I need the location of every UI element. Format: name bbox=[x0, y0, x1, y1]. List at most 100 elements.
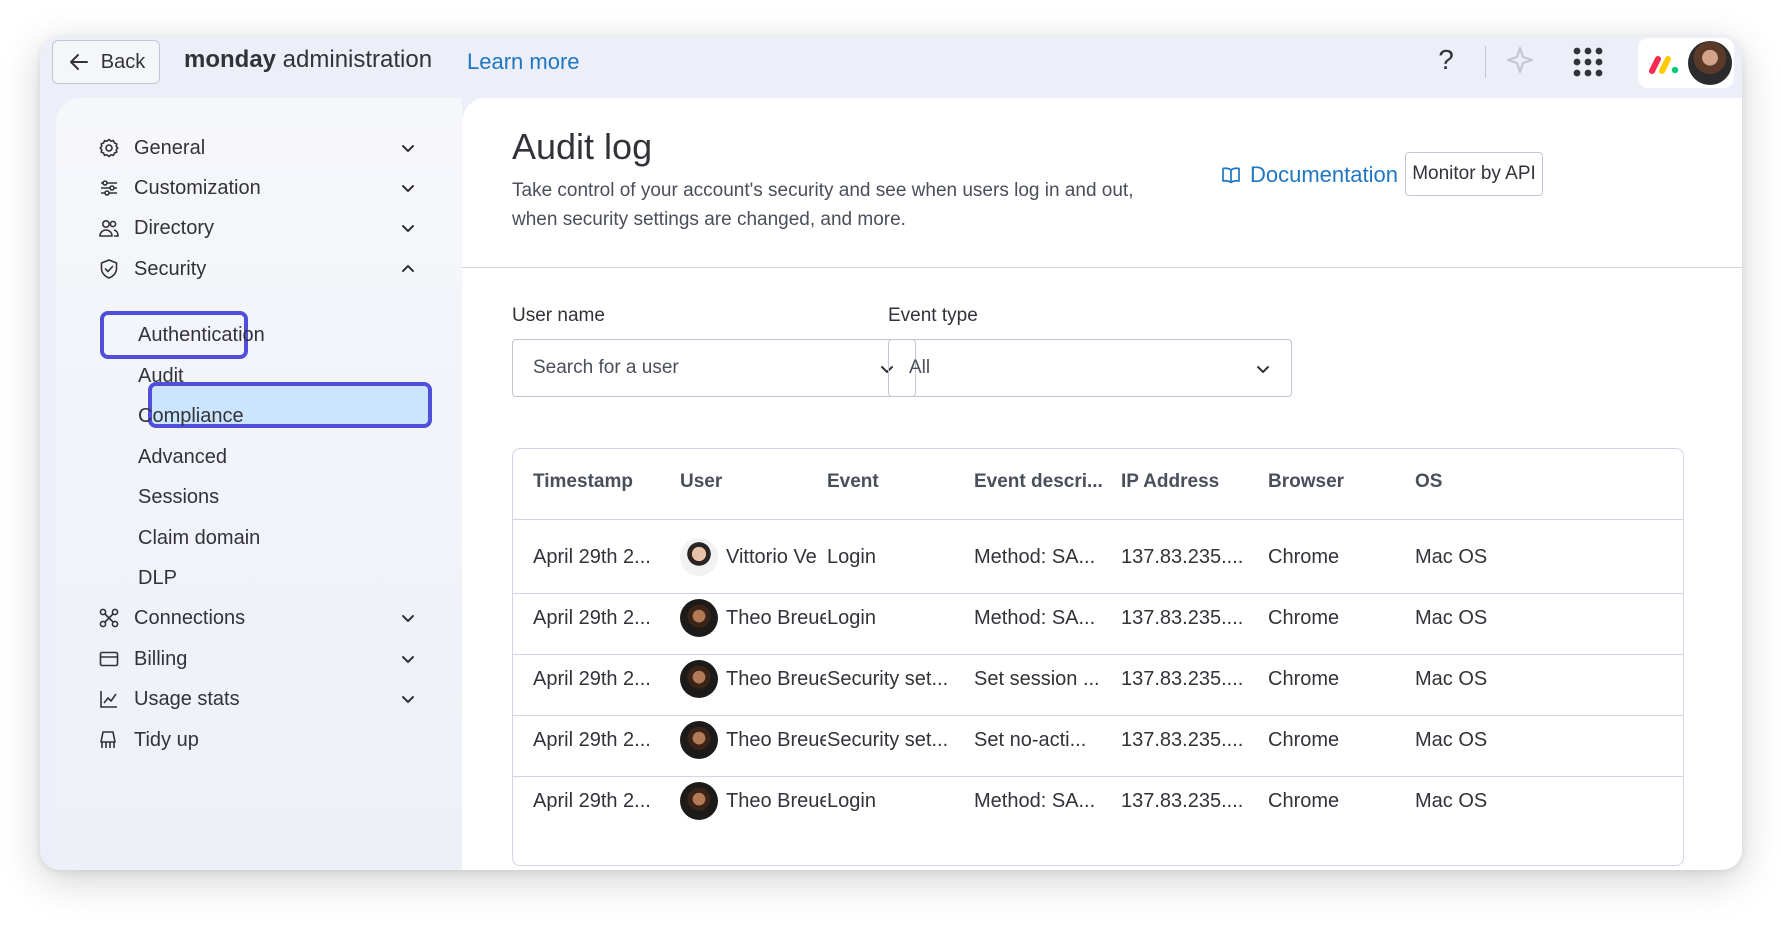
sidebar-item-directory[interactable]: Directory bbox=[98, 208, 428, 248]
chevron-down-icon bbox=[402, 656, 414, 663]
table-row[interactable]: April 29th 2... Theo Breue Login Method:… bbox=[513, 768, 1683, 837]
cell-browser: Chrome bbox=[1268, 546, 1340, 568]
cell-event-description: Method: SA... bbox=[974, 546, 1096, 568]
cell-event-description: Method: SA... bbox=[974, 607, 1096, 629]
avatar bbox=[680, 538, 718, 576]
chevron-down-icon bbox=[1257, 366, 1269, 373]
cell-ip-address: 137.83.235.... bbox=[1121, 790, 1244, 812]
back-label: Back bbox=[100, 50, 146, 73]
cell-os: Mac OS bbox=[1415, 607, 1488, 629]
sidebar-subitem-compliance[interactable]: Compliance bbox=[138, 405, 244, 428]
broom-icon bbox=[98, 729, 120, 751]
cell-event: Login bbox=[827, 790, 876, 812]
chevron-down-icon bbox=[402, 145, 414, 152]
shield-icon bbox=[98, 258, 120, 280]
sidebar-item-connections[interactable]: Connections bbox=[98, 598, 428, 638]
cell-user: Theo Breue bbox=[680, 599, 826, 637]
monitor-by-api-button[interactable]: Monitor by API bbox=[1405, 152, 1543, 196]
gear-icon bbox=[98, 137, 120, 159]
sidebar-subitem-audit[interactable]: Audit bbox=[138, 365, 184, 388]
cell-os: Mac OS bbox=[1415, 790, 1488, 812]
cell-browser: Chrome bbox=[1268, 607, 1340, 629]
table-header: Timestamp User Event Event descri... IP … bbox=[513, 449, 1683, 520]
table-row[interactable]: April 29th 2... Theo Breue Login Method:… bbox=[513, 585, 1683, 655]
page-title: Audit log bbox=[512, 126, 653, 167]
chevron-down-icon bbox=[402, 615, 414, 622]
user-name: Theo Breue bbox=[726, 789, 826, 812]
account-area[interactable] bbox=[1638, 38, 1734, 88]
cell-user: Theo Breue bbox=[680, 782, 826, 820]
column-header-os[interactable]: OS bbox=[1415, 471, 1442, 493]
cell-ip-address: 137.83.235.... bbox=[1121, 668, 1244, 690]
audit-table: Timestamp User Event Event descri... IP … bbox=[512, 448, 1684, 866]
cell-ip-address: 137.83.235.... bbox=[1121, 546, 1244, 568]
sidebar-item-security[interactable]: Security bbox=[98, 249, 428, 289]
user-search-select[interactable]: Search for a user bbox=[512, 339, 916, 397]
cell-timestamp: April 29th 2... bbox=[533, 546, 651, 568]
cell-event: Security set... bbox=[827, 668, 949, 690]
column-header-event[interactable]: Event bbox=[827, 471, 879, 493]
app-name-bold: monday bbox=[184, 46, 277, 73]
sidebar-subitem-dlp[interactable]: DLP bbox=[138, 567, 177, 590]
sidebar-item-usage-stats[interactable]: Usage stats bbox=[98, 679, 428, 719]
users-icon bbox=[98, 217, 120, 239]
sidebar-item-tidy-up[interactable]: Tidy up bbox=[98, 720, 428, 760]
avatar[interactable] bbox=[1688, 41, 1732, 85]
column-header-event-description[interactable]: Event descri... bbox=[974, 471, 1103, 493]
sparkle-icon[interactable] bbox=[1504, 44, 1536, 76]
cell-user: Theo Breue bbox=[680, 660, 826, 698]
sidebar-subitem-authentication[interactable]: Authentication bbox=[138, 324, 265, 347]
help-icon[interactable]: ? bbox=[1428, 42, 1464, 78]
cell-event-description: Method: SA... bbox=[974, 790, 1096, 812]
cell-browser: Chrome bbox=[1268, 790, 1340, 812]
sidebar-subitem-claim-domain[interactable]: Claim domain bbox=[138, 527, 260, 550]
card-icon bbox=[98, 648, 120, 670]
sidebar-item-label: Usage stats bbox=[134, 687, 240, 710]
user-name-label: User name bbox=[512, 305, 605, 326]
column-header-user[interactable]: User bbox=[680, 471, 722, 493]
sidebar-item-label: Tidy up bbox=[134, 728, 199, 751]
sidebar-item-general[interactable]: General bbox=[98, 128, 428, 168]
avatar bbox=[680, 721, 718, 759]
app-name-rest: administration bbox=[276, 46, 433, 73]
table-row[interactable]: April 29th 2... Theo Breue Security set.… bbox=[513, 646, 1683, 716]
cell-event: Login bbox=[827, 546, 876, 568]
cell-os: Mac OS bbox=[1415, 546, 1488, 568]
main-content: Audit log Take control of your account's… bbox=[462, 98, 1742, 870]
chevron-down-icon bbox=[402, 696, 414, 703]
table-row[interactable]: April 29th 2... Vittorio Ve Login Method… bbox=[513, 524, 1683, 594]
chevron-down-icon bbox=[402, 185, 414, 192]
learn-more-link[interactable]: Learn more bbox=[467, 49, 580, 75]
user-name: Theo Breue bbox=[726, 667, 826, 690]
cell-browser: Chrome bbox=[1268, 668, 1340, 690]
sidebar-subitem-advanced[interactable]: Advanced bbox=[138, 446, 227, 469]
back-button[interactable]: Back bbox=[52, 40, 160, 84]
column-header-timestamp[interactable]: Timestamp bbox=[533, 471, 633, 493]
arrow-left-icon bbox=[69, 54, 88, 70]
user-search-placeholder: Search for a user bbox=[533, 357, 679, 378]
event-type-select[interactable]: All bbox=[888, 339, 1292, 397]
apps-grid-icon[interactable] bbox=[1570, 44, 1606, 80]
cell-ip-address: 137.83.235.... bbox=[1121, 607, 1244, 629]
sidebar-item-billing[interactable]: Billing bbox=[98, 639, 428, 679]
cell-os: Mac OS bbox=[1415, 668, 1488, 690]
table-row[interactable]: April 29th 2... Theo Breue Security set.… bbox=[513, 707, 1683, 777]
cell-timestamp: April 29th 2... bbox=[533, 668, 651, 690]
sidebar-subitem-sessions[interactable]: Sessions bbox=[138, 486, 219, 509]
cell-ip-address: 137.83.235.... bbox=[1121, 729, 1244, 751]
top-bar: Back monday administration Learn more ? bbox=[40, 36, 1742, 98]
monday-logo-icon bbox=[1649, 56, 1679, 74]
event-type-label: Event type bbox=[888, 305, 978, 326]
column-header-browser[interactable]: Browser bbox=[1268, 471, 1344, 493]
divider bbox=[462, 267, 1742, 268]
chevron-down-icon bbox=[402, 225, 414, 232]
sidebar: General Customization Directory Security… bbox=[56, 98, 462, 870]
chart-icon bbox=[98, 688, 120, 710]
documentation-link[interactable]: Documentation bbox=[1220, 162, 1398, 188]
cell-user: Vittorio Ve bbox=[680, 538, 826, 576]
user-name: Theo Breue bbox=[726, 728, 826, 751]
avatar bbox=[680, 599, 718, 637]
sidebar-item-customization[interactable]: Customization bbox=[98, 168, 428, 208]
column-header-ip-address[interactable]: IP Address bbox=[1121, 471, 1219, 493]
sliders-icon bbox=[98, 177, 120, 199]
